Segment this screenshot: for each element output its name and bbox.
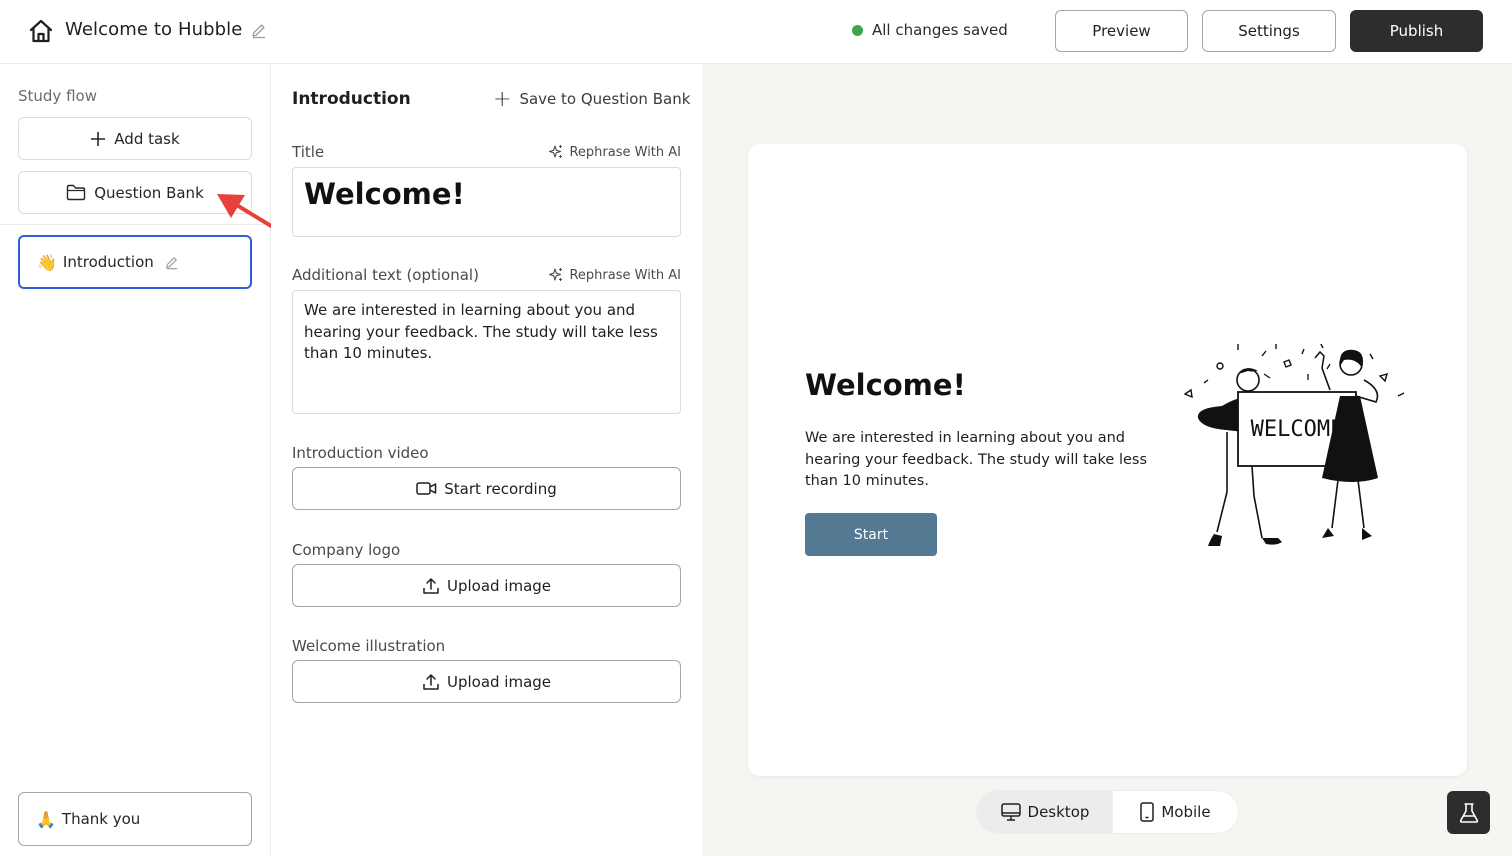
mobile-phone-icon xyxy=(1140,802,1155,822)
upload-image-label: Upload image xyxy=(446,576,552,595)
pencil-icon[interactable] xyxy=(164,255,179,270)
upload-logo-button[interactable]: Upload image xyxy=(292,564,681,607)
lab-flask-button[interactable] xyxy=(1447,791,1490,834)
rephrase-title-button[interactable]: Rephrase With AI xyxy=(548,144,681,160)
flask-icon xyxy=(1459,802,1478,823)
home-icon[interactable] xyxy=(28,18,54,44)
preview-card: Welcome! We are interested in learning a… xyxy=(748,144,1467,776)
additional-text-label: Additional text (optional) xyxy=(292,266,479,284)
waving-hand-icon: 👋 xyxy=(37,252,57,272)
plus-icon: + xyxy=(493,86,512,112)
save-to-question-bank-label: Save to Question Bank xyxy=(519,90,691,108)
introduction-video-label: Introduction video xyxy=(292,444,429,462)
start-recording-button[interactable]: Start recording xyxy=(292,467,681,510)
flow-item-thank-you[interactable]: 🙏 Thank you xyxy=(18,792,252,846)
upload-illustration-button[interactable]: Upload image xyxy=(292,660,681,703)
video-camera-icon xyxy=(416,482,437,495)
device-toggle: Desktop Mobile xyxy=(976,790,1239,834)
study-title: Welcome to Hubble xyxy=(65,19,243,40)
welcome-illustration-label: Welcome illustration xyxy=(292,637,446,655)
rephrase-additional-button[interactable]: Rephrase With AI xyxy=(548,267,681,283)
sign-text: WELCOME xyxy=(1251,417,1344,442)
desktop-toggle[interactable]: Desktop xyxy=(977,791,1113,833)
sparkle-icon xyxy=(549,268,563,281)
save-status-text: All changes saved xyxy=(872,21,1008,39)
question-bank-label: Question Bank xyxy=(94,183,204,202)
add-task-label: Add task xyxy=(114,129,180,148)
flow-item-label: Thank you xyxy=(61,810,141,828)
preview-button[interactable]: Preview xyxy=(1055,10,1188,52)
desktop-icon xyxy=(1000,803,1021,821)
praying-hands-icon: 🙏 xyxy=(36,809,56,829)
preview-pane: Welcome! We are interested in learning a… xyxy=(702,64,1512,856)
folder-icon xyxy=(66,184,86,201)
title-label: Title xyxy=(292,143,325,161)
desktop-label: Desktop xyxy=(1027,803,1090,821)
sparkle-icon xyxy=(549,145,563,158)
editor-title: Introduction xyxy=(292,89,411,109)
start-recording-label: Start recording xyxy=(444,479,557,498)
add-task-button[interactable]: Add task xyxy=(18,117,252,160)
preview-text: We are interested in learning about you … xyxy=(805,430,1148,489)
mobile-label: Mobile xyxy=(1161,803,1211,821)
preview-title: Welcome! xyxy=(805,368,966,402)
additional-text-input[interactable]: We are interested in learning about you … xyxy=(292,290,681,414)
preview-start-button[interactable]: Start xyxy=(805,513,937,556)
flow-item-introduction[interactable]: 👋 Introduction xyxy=(18,235,252,289)
flow-item-label: Introduction xyxy=(62,253,154,271)
welcome-illustration-icon: WELCOME xyxy=(1183,344,1405,546)
status-dot-icon xyxy=(852,24,863,36)
study-flow-sidebar: Study flow Add task Question Bank 👋 Intr… xyxy=(0,64,271,856)
rephrase-label: Rephrase With AI xyxy=(569,267,681,283)
upload-icon xyxy=(423,577,439,594)
upload-icon xyxy=(423,673,439,690)
save-status: All changes saved xyxy=(852,21,1008,39)
settings-button[interactable]: Settings xyxy=(1202,10,1336,52)
publish-button[interactable]: Publish xyxy=(1350,10,1483,52)
sidebar-heading: Study flow xyxy=(18,87,97,105)
editor-panel: Introduction + Save to Question Bank Tit… xyxy=(271,64,702,856)
rephrase-label: Rephrase With AI xyxy=(569,144,681,160)
mobile-toggle[interactable]: Mobile xyxy=(1113,791,1238,833)
question-bank-button[interactable]: Question Bank xyxy=(18,171,252,214)
plus-icon xyxy=(90,131,106,147)
upload-image-label: Upload image xyxy=(446,672,552,691)
title-input[interactable]: Welcome! xyxy=(292,167,681,237)
save-to-question-bank-button[interactable]: + Save to Question Bank xyxy=(493,86,691,112)
top-header: Welcome to Hubble All changes saved Prev… xyxy=(0,0,1512,64)
pencil-icon[interactable] xyxy=(250,22,267,39)
company-logo-label: Company logo xyxy=(292,541,401,559)
sidebar-divider xyxy=(0,224,271,225)
